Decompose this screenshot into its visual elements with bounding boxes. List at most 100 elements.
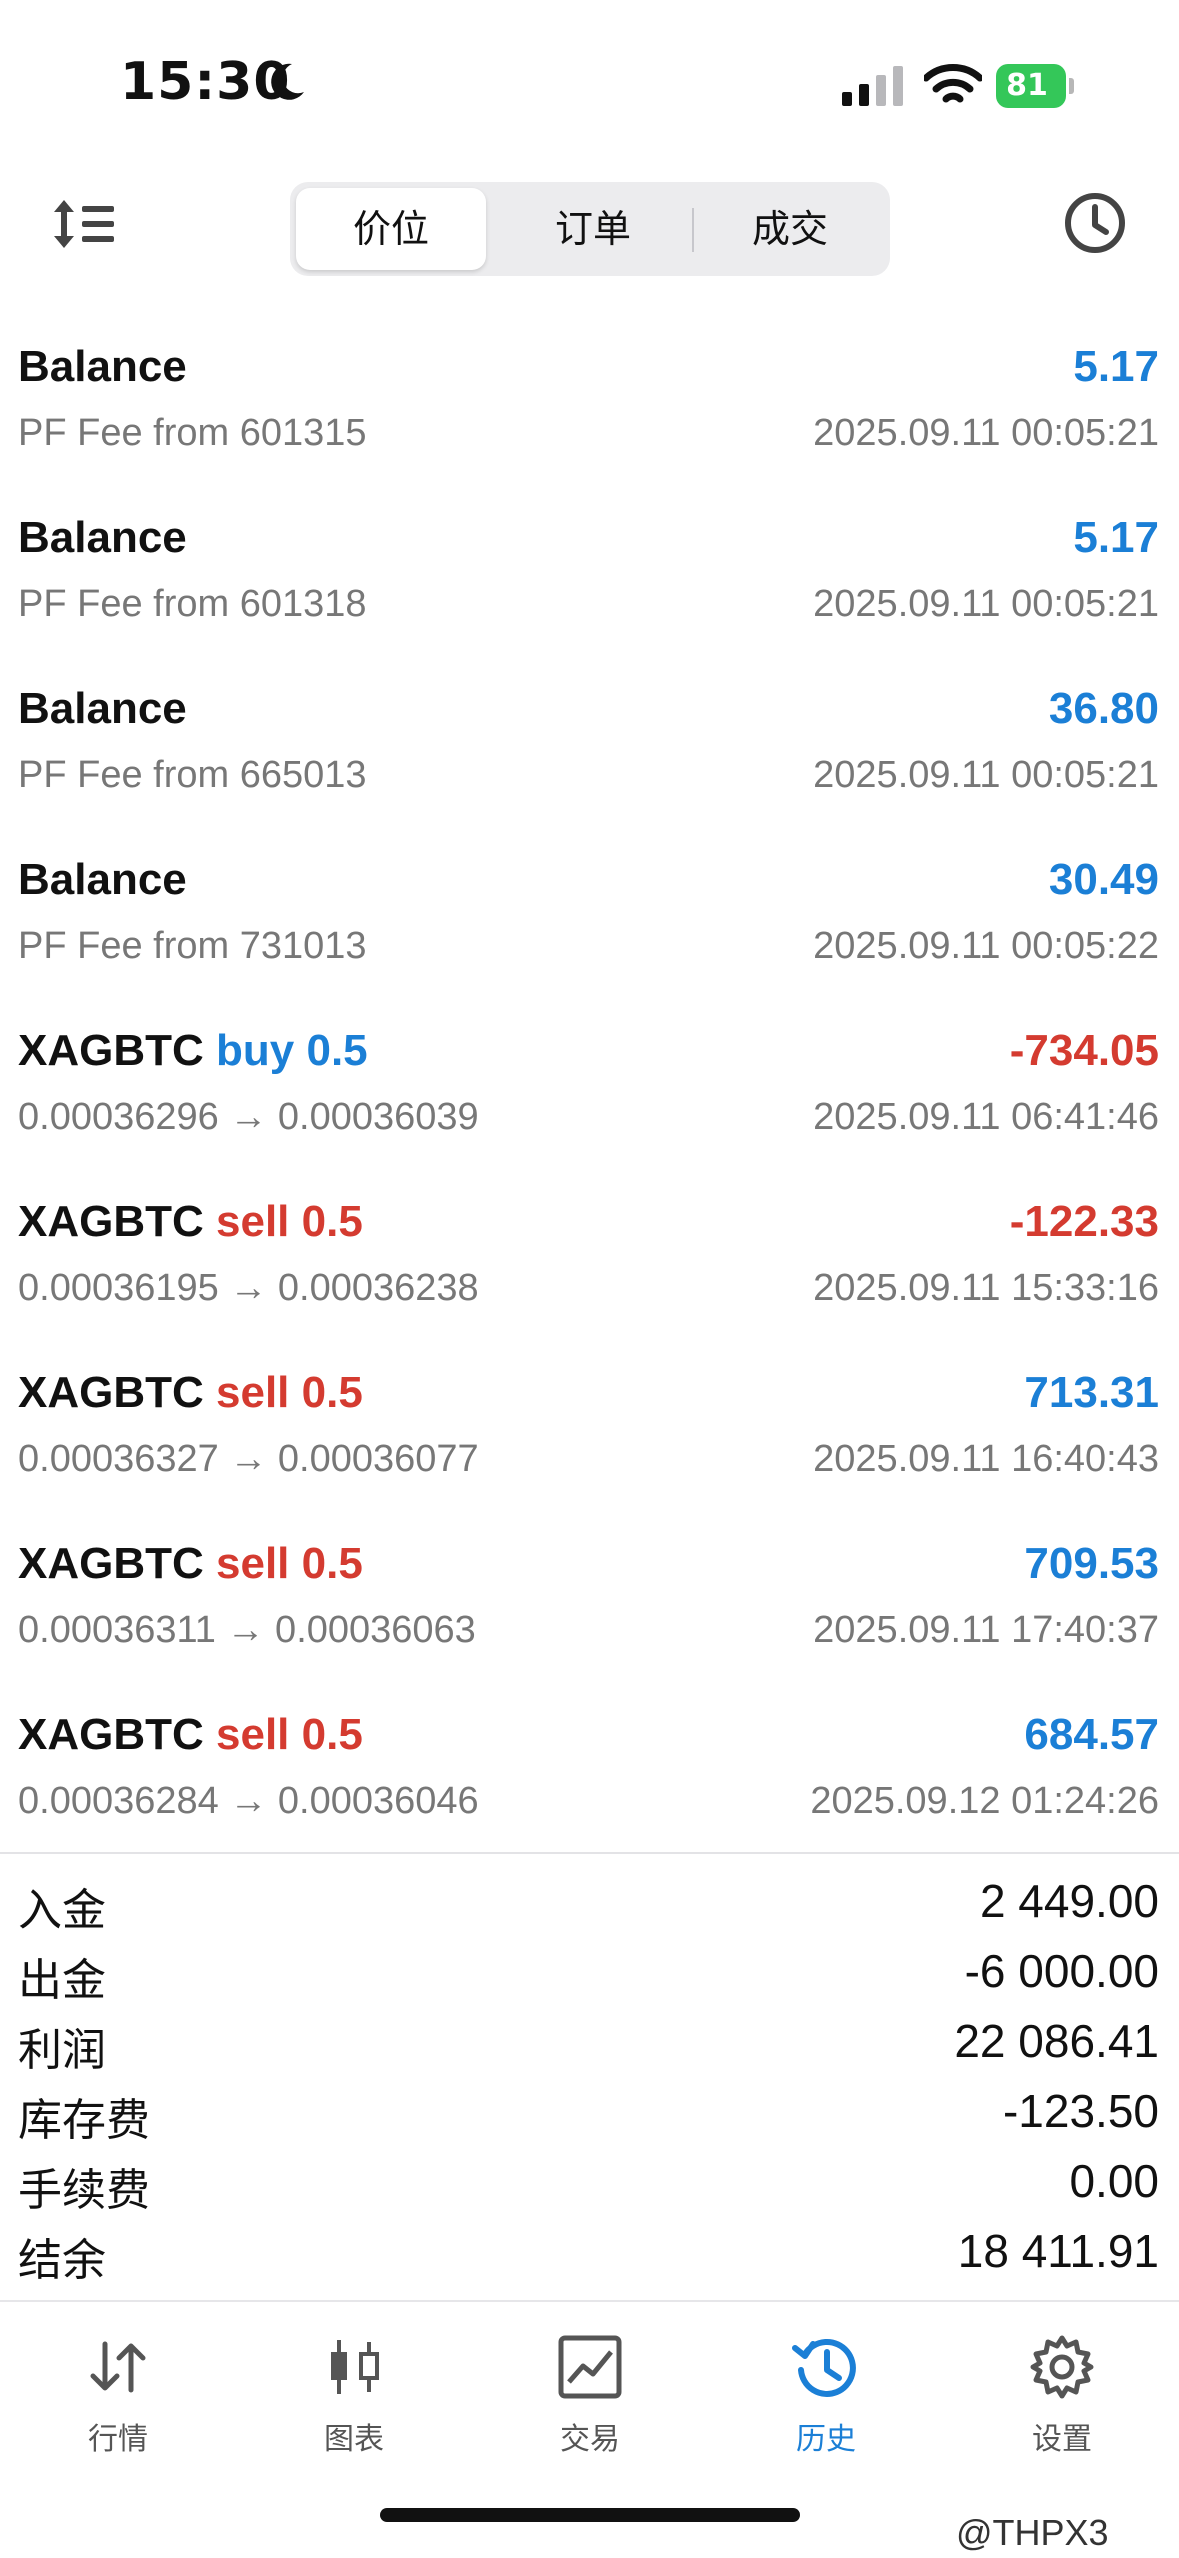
summary-value: 0.00 [1069,2155,1159,2207]
summary-row: 结余 18 411.91 [0,2218,1179,2288]
summary-divider [0,1852,1179,1854]
deal-time: 2025.09.11 16:40:43 [813,1438,1159,1480]
deal-subtitle: PF Fee from 665013 [18,754,367,796]
summary-label: 出金 [18,1955,106,2006]
summary-label: 手续费 [18,2165,150,2216]
deal-subtitle: 0.00036195 → 0.00036238 [18,1267,479,1309]
deal-volume: 0.5 [301,1197,363,1246]
tab-settings-label: 设置 [1032,2422,1092,2457]
deal-row[interactable]: XAGBTC sell 0.5 0.00036327 → 0.00036077 71… [0,1336,1179,1507]
deal-time: 2025.09.11 17:40:37 [813,1609,1159,1651]
candlestick-chart-icon [331,2340,379,2394]
deal-profit: 5.17 [1073,342,1159,391]
summary-value: 2 449.00 [979,1875,1159,1927]
tab-trade[interactable]: 交易 [472,2322,708,2482]
deal-profit: 709.53 [1024,1539,1159,1588]
deal-title: Balance [18,513,187,563]
deal-profit: 36.80 [1048,684,1159,733]
deal-row[interactable]: XAGBTC buy 0.5 0.00036296 → 0.00036039 -73… [0,994,1179,1165]
deal-time: 2025.09.12 01:24:26 [810,1780,1159,1822]
deal-side: sell [216,1197,290,1246]
deal-symbol: XAGBTC [18,1026,204,1075]
summary-label: 结余 [18,2235,106,2286]
account-summary: 入金 2 449.00 出金 -6 000.00 利润 22 086.41 库存费 -123.… [0,1868,1179,2288]
tab-quotes[interactable]: 行情 [0,2322,236,2482]
home-indicator[interactable] [380,2508,800,2522]
tab-history[interactable]: 历史 [708,2322,944,2482]
battery-percent: 81 [1006,68,1048,103]
summary-label: 入金 [18,1885,106,1936]
history-view-segmented-control: 价位 订单 成交 [290,182,890,276]
deal-title: XAGBTC buy 0.5 [18,1026,368,1076]
deal-profit: 30.49 [1048,855,1159,904]
battery-indicator: 81 [996,64,1074,108]
deal-title: Balance [18,855,187,905]
deal-subtitle: 0.00036296 → 0.00036039 [18,1096,479,1138]
summary-row: 入金 2 449.00 [0,1868,1179,1938]
deal-subtitle: 0.00036311 → 0.00036063 [18,1609,476,1651]
deal-volume: 0.5 [301,1539,363,1588]
deal-side: sell [216,1368,290,1417]
deal-row[interactable]: Balance PF Fee from 731013 30.49 2025.09.11… [0,823,1179,994]
deal-volume: 0.5 [306,1026,368,1075]
quotes-icon [90,2341,146,2393]
segment-positions[interactable]: 价位 [296,188,486,270]
clock-icon[interactable] [1062,190,1128,256]
deal-title: XAGBTC sell 0.5 [18,1539,363,1589]
deal-symbol: XAGBTC [18,1197,204,1246]
moon-icon [271,63,304,100]
deal-volume: 0.5 [301,1710,363,1759]
deal-profit: 684.57 [1024,1710,1159,1759]
tab-settings[interactable]: 设置 [944,2322,1179,2482]
deal-side: sell [216,1710,290,1759]
cellular-signal-icon [842,66,903,106]
deal-time: 2025.09.11 00:05:21 [813,754,1159,796]
summary-row: 库存费 -123.50 [0,2078,1179,2148]
deal-subtitle: PF Fee from 731013 [18,925,367,967]
deal-title: Balance [18,684,187,734]
deal-title: Balance [18,342,187,392]
deal-symbol: XAGBTC [18,1539,204,1588]
deal-row[interactable]: XAGBTC sell 0.5 0.00036311 → 0.00036063 70… [0,1507,1179,1678]
deal-time: 2025.09.11 00:05:22 [813,925,1159,967]
deal-row[interactable]: XAGBTC sell 0.5 0.00036195 → 0.00036238 -1… [0,1165,1179,1336]
deal-title: XAGBTC sell 0.5 [18,1197,363,1247]
deal-row[interactable]: Balance PF Fee from 665013 36.80 2025.09.11… [0,652,1179,823]
summary-value: -123.50 [1002,2085,1159,2137]
deal-profit: -122.33 [1009,1197,1159,1246]
summary-label: 库存费 [18,2095,150,2146]
deal-profit: 5.17 [1073,513,1159,562]
deal-subtitle: PF Fee from 601315 [18,412,367,454]
summary-row: 出金 -6 000.00 [0,1938,1179,2008]
segment-orders[interactable]: 订单 [498,188,688,270]
summary-value: 22 086.41 [954,2015,1159,2067]
deal-subtitle: 0.00036284 → 0.00036046 [18,1780,479,1822]
history-icon [792,2339,856,2397]
trade-chart-icon [558,2335,622,2399]
deal-symbol: Balance [18,513,187,562]
tab-quotes-label: 行情 [88,2422,148,2457]
deal-symbol: Balance [18,342,187,391]
deal-symbol: Balance [18,684,187,733]
deal-title: XAGBTC sell 0.5 [18,1368,363,1418]
tab-history-label: 历史 [796,2422,856,2457]
segment-deals[interactable]: 成交 [696,188,884,270]
deal-time: 2025.09.11 06:41:46 [813,1096,1159,1138]
deal-row[interactable]: XAGBTC sell 0.5 0.00036284 → 0.00036046 68… [0,1678,1179,1849]
tab-trade-label: 交易 [560,2422,620,2457]
deal-row[interactable]: Balance PF Fee from 601318 5.17 2025.09.11 … [0,481,1179,652]
summary-row: 手续费 0.00 [0,2148,1179,2218]
summary-value: -6 000.00 [964,1945,1159,1997]
deal-title: XAGBTC sell 0.5 [18,1710,363,1760]
deal-volume: 0.5 [301,1368,363,1417]
deal-list: Balance PF Fee from 601315 5.17 2025.09.11 … [0,310,1179,1849]
settings-gear-icon [1030,2335,1094,2399]
wifi-icon [924,64,982,103]
deal-profit: 713.31 [1024,1368,1159,1417]
sort-icon[interactable] [50,194,120,254]
deal-subtitle: 0.00036327 → 0.00036077 [18,1438,479,1480]
deal-row[interactable]: Balance PF Fee from 601315 5.17 2025.09.11 … [0,310,1179,481]
tab-charts[interactable]: 图表 [236,2322,472,2482]
deal-time: 2025.09.11 00:05:21 [813,583,1159,625]
deal-subtitle: PF Fee from 601318 [18,583,367,625]
